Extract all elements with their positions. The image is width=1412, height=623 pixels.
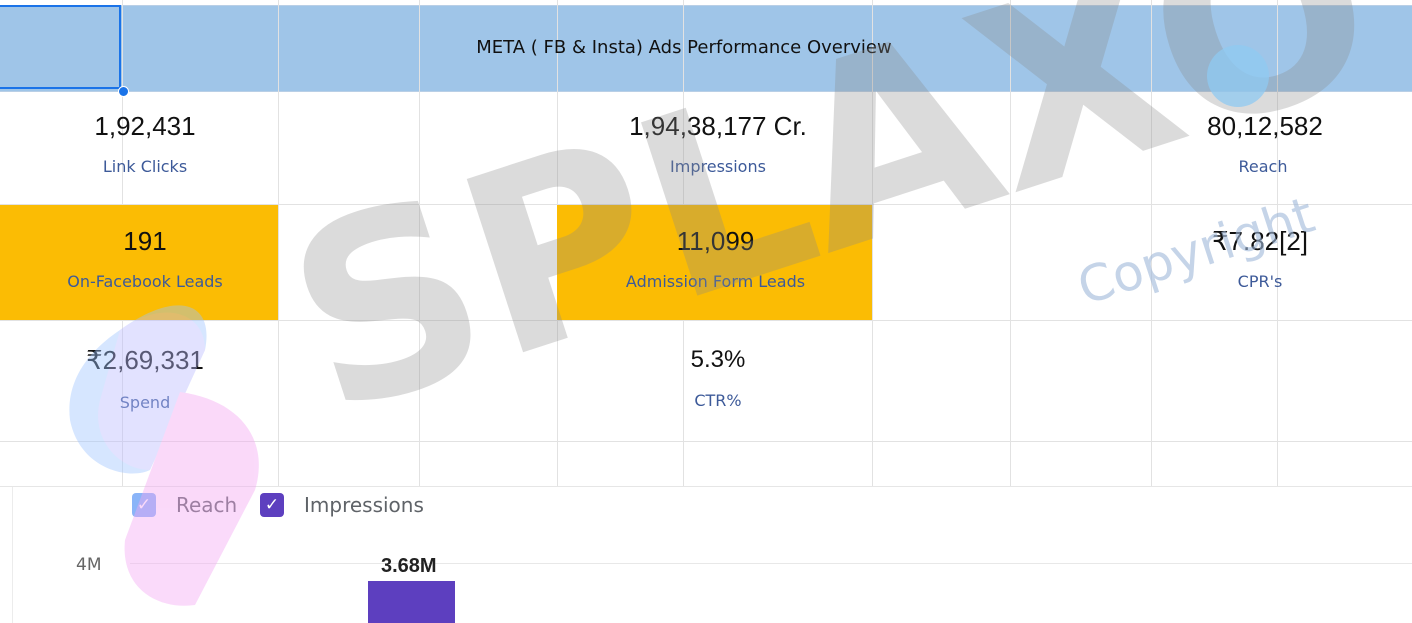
legend-label: Reach	[176, 493, 238, 517]
chart-border	[12, 487, 13, 623]
legend-label: Impressions	[304, 493, 424, 517]
checkbox-checked-icon[interactable]: ✓	[132, 493, 156, 517]
bar-data-label: 3.68M	[381, 554, 437, 577]
legend-item-reach[interactable]: ✓ Reach	[132, 493, 237, 517]
chart-gridline	[130, 563, 1412, 564]
selection-fill-handle[interactable]	[118, 86, 129, 97]
sheet-title[interactable]: META ( FB & Insta) Ads Performance Overv…	[123, 5, 1245, 90]
metric-label: Admission Form Leads	[625, 272, 806, 291]
metric-value: ₹7.82[2]	[1211, 226, 1309, 256]
metric-fb-leads[interactable]: 191 On-Facebook Leads	[10, 226, 280, 292]
metric-label: CTR%	[694, 391, 742, 410]
bar-impressions[interactable]	[368, 580, 455, 623]
metric-label: Spend	[119, 393, 171, 412]
metric-value: ₹2,69,331	[86, 345, 204, 375]
metric-value: 1,94,38,177 Cr.	[629, 111, 807, 141]
metric-spend[interactable]: ₹2,69,331 Spend	[10, 345, 280, 413]
grid-row-divider	[0, 320, 1412, 321]
metric-admission-leads[interactable]: 11,099 Admission Form Leads	[563, 226, 868, 292]
metric-reach[interactable]: 80,12,582 Reach	[1140, 111, 1390, 177]
metric-cpr[interactable]: ₹7.82[2] CPR's	[1140, 226, 1380, 292]
metric-ctr[interactable]: 5.3% CTR%	[563, 345, 873, 411]
metric-label: Link Clicks	[102, 157, 188, 176]
metric-link-clicks[interactable]: 1,92,431 Link Clicks	[10, 111, 280, 177]
metric-label: Impressions	[670, 157, 766, 176]
metric-impressions[interactable]: 1,94,38,177 Cr. Impressions	[563, 111, 873, 177]
checkbox-checked-icon[interactable]: ✓	[260, 493, 284, 517]
metric-label: On-Facebook Leads	[67, 272, 223, 291]
grid-row-divider	[0, 441, 1412, 442]
reach-impressions-chart[interactable]: ✓ Reach ✓ Impressions 4M 3.68M	[0, 486, 1412, 623]
legend-item-impressions[interactable]: ✓ Impressions	[260, 493, 424, 517]
metric-label: Reach	[1238, 157, 1288, 176]
metric-value: 191	[123, 226, 167, 256]
metric-value: 80,12,582	[1207, 111, 1323, 141]
metric-value: 11,099	[676, 226, 755, 256]
metric-value: 5.3%	[690, 346, 746, 373]
spreadsheet-grid: META ( FB & Insta) Ads Performance Overv…	[0, 0, 1412, 486]
selected-cell[interactable]	[0, 5, 121, 89]
metric-label: CPR's	[1237, 272, 1283, 291]
y-axis-tick-label: 4M	[76, 555, 102, 575]
metric-value: 1,92,431	[94, 111, 196, 141]
